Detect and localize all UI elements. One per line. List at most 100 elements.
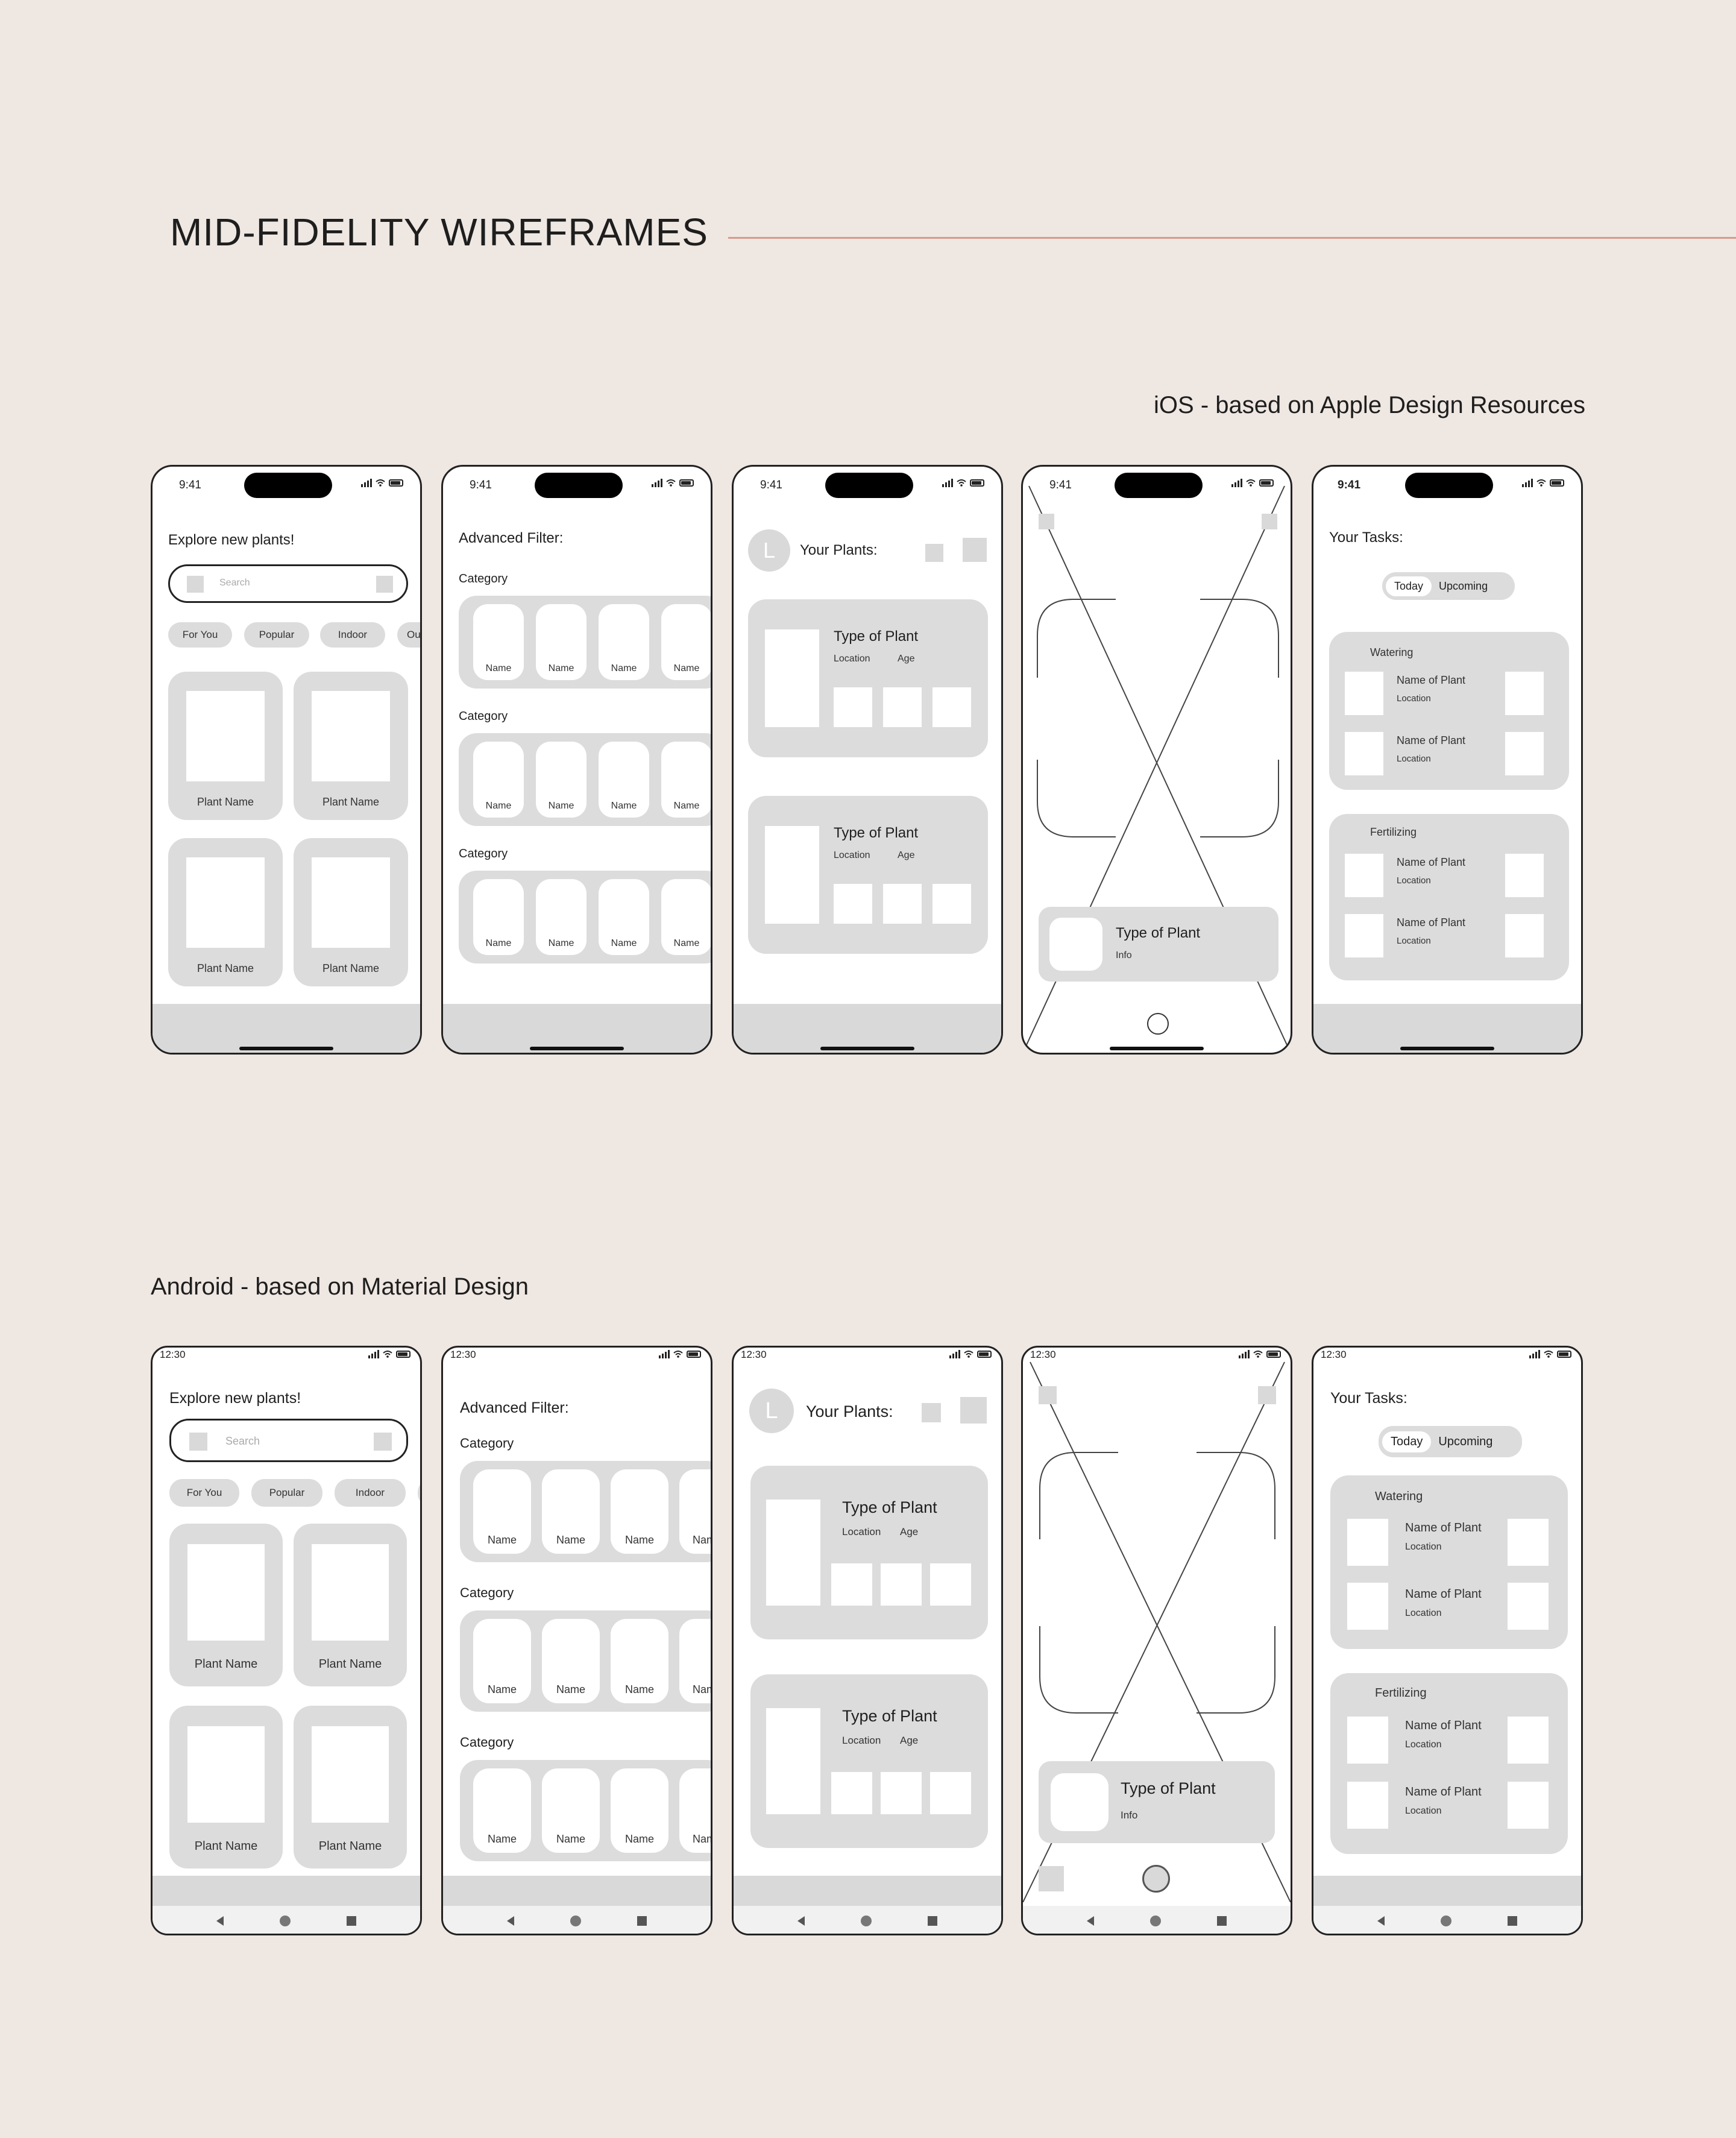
avatar[interactable]: L xyxy=(748,529,790,572)
plant-card[interactable]: Type of Plant Location Age xyxy=(748,599,988,757)
chip-popular[interactable]: Popular xyxy=(244,622,309,648)
result-card[interactable]: Type of Plant Info xyxy=(1039,1761,1275,1843)
tab-today[interactable]: Today xyxy=(1386,576,1432,596)
close-icon[interactable] xyxy=(1039,514,1054,529)
filter-item[interactable]: Name xyxy=(473,1469,531,1554)
filter-item[interactable]: Name xyxy=(542,1619,600,1703)
shutter-button[interactable] xyxy=(1147,1013,1169,1035)
tab-upcoming[interactable]: Upcoming xyxy=(1432,576,1495,596)
plant-card[interactable]: Type of Plant Location Age xyxy=(750,1466,988,1639)
gallery-icon[interactable] xyxy=(1039,1866,1064,1891)
plant-card[interactable]: Plant Name xyxy=(169,1706,283,1868)
plant-card[interactable]: Plant Name xyxy=(294,838,408,986)
filter-item[interactable]: Name xyxy=(473,879,524,955)
category-row[interactable]: Name Name Name Name xyxy=(459,596,711,689)
tab-bar[interactable] xyxy=(734,1876,1001,1906)
filter-item[interactable]: Name xyxy=(542,1768,600,1853)
recents-icon[interactable] xyxy=(1507,1916,1517,1926)
shutter-button[interactable] xyxy=(1142,1865,1170,1893)
task-checkbox[interactable] xyxy=(1508,1717,1549,1764)
add-icon[interactable] xyxy=(925,544,943,562)
plant-card[interactable]: Plant Name xyxy=(294,1706,407,1868)
filter-item[interactable]: Name xyxy=(611,1768,668,1853)
recents-icon[interactable] xyxy=(927,1916,937,1926)
category-row[interactable]: Name Name Name Nam xyxy=(460,1610,711,1712)
mic-icon[interactable] xyxy=(376,576,393,593)
task-checkbox[interactable] xyxy=(1505,732,1544,775)
chip-for-you[interactable]: For You xyxy=(168,622,232,648)
home-icon[interactable] xyxy=(1440,1916,1451,1926)
chip-outdoor[interactable]: Ou xyxy=(397,622,420,648)
recents-icon[interactable] xyxy=(1216,1916,1227,1926)
menu-icon[interactable] xyxy=(963,538,987,562)
filter-item[interactable]: Name xyxy=(536,742,587,818)
mic-icon[interactable] xyxy=(374,1433,392,1451)
tab-upcoming[interactable]: Upcoming xyxy=(1431,1431,1500,1452)
category-row[interactable]: Name Name Name Nam xyxy=(460,1461,711,1562)
menu-icon[interactable] xyxy=(960,1397,987,1424)
close-icon[interactable] xyxy=(1039,1386,1057,1404)
filter-item[interactable]: Name xyxy=(611,1469,668,1554)
recents-icon[interactable] xyxy=(637,1916,647,1926)
home-icon[interactable] xyxy=(1149,1916,1161,1926)
filter-item[interactable]: Nam xyxy=(679,1469,711,1554)
filter-item[interactable]: Name xyxy=(473,742,524,818)
plant-card[interactable]: Plant Name xyxy=(169,1524,283,1686)
plant-card[interactable]: Plant Name xyxy=(168,838,283,986)
plant-card[interactable]: Plant Name xyxy=(294,672,408,820)
filter-item[interactable]: Name xyxy=(661,604,711,680)
task-checkbox[interactable] xyxy=(1508,1519,1549,1566)
filter-item[interactable]: Name xyxy=(599,604,649,680)
task-checkbox[interactable] xyxy=(1505,672,1544,715)
task-checkbox[interactable] xyxy=(1508,1583,1549,1630)
tasks-tab-switch[interactable]: Today Upcoming xyxy=(1382,572,1515,600)
filter-item[interactable]: Name xyxy=(542,1469,600,1554)
filter-item[interactable]: Name xyxy=(661,879,711,955)
filter-item[interactable]: Nam xyxy=(679,1619,711,1703)
home-icon[interactable] xyxy=(860,1916,872,1926)
back-icon[interactable] xyxy=(797,1916,805,1926)
task-checkbox[interactable] xyxy=(1505,914,1544,957)
chip-popular[interactable]: Popular xyxy=(251,1479,322,1507)
back-icon[interactable] xyxy=(1377,1916,1385,1926)
filter-item[interactable]: Name xyxy=(536,879,587,955)
tab-today[interactable]: Today xyxy=(1382,1431,1432,1452)
plant-card[interactable]: Type of Plant Location Age xyxy=(750,1674,988,1848)
filter-item[interactable]: Name xyxy=(473,604,524,680)
chip-for-you[interactable]: For You xyxy=(169,1479,239,1507)
filter-item[interactable]: Name xyxy=(599,879,649,955)
task-checkbox[interactable] xyxy=(1508,1782,1549,1829)
tab-bar[interactable] xyxy=(443,1876,711,1906)
plant-card[interactable]: Plant Name xyxy=(294,1524,407,1686)
plant-card[interactable]: Plant Name xyxy=(168,672,283,820)
back-icon[interactable] xyxy=(1087,1916,1095,1926)
filter-item[interactable]: Nam xyxy=(679,1768,711,1853)
tasks-tab-switch[interactable]: Today Upcoming xyxy=(1379,1426,1522,1457)
home-icon[interactable] xyxy=(570,1916,581,1926)
back-icon[interactable] xyxy=(216,1916,224,1926)
flash-icon[interactable] xyxy=(1262,514,1277,529)
add-icon[interactable] xyxy=(922,1403,941,1422)
search-input[interactable]: Search xyxy=(169,1419,408,1462)
home-icon[interactable] xyxy=(279,1916,291,1926)
filter-item[interactable]: Name xyxy=(611,1619,668,1703)
filter-item[interactable]: Name xyxy=(536,604,587,680)
search-input[interactable]: Search xyxy=(168,564,408,603)
tab-bar[interactable] xyxy=(153,1876,420,1906)
result-card[interactable]: Type of Plant Info xyxy=(1039,907,1278,982)
chip-more[interactable] xyxy=(418,1479,420,1507)
back-icon[interactable] xyxy=(507,1916,515,1926)
category-row[interactable]: Name Name Name Name xyxy=(459,871,711,963)
chip-indoor[interactable]: Indoor xyxy=(335,1479,406,1507)
avatar[interactable]: L xyxy=(749,1389,794,1433)
category-row[interactable]: Name Name Name Name xyxy=(459,733,711,826)
filter-item[interactable]: Name xyxy=(473,1768,531,1853)
category-row[interactable]: Name Name Name Nam xyxy=(460,1760,711,1861)
plant-card[interactable]: Type of Plant Location Age xyxy=(748,796,988,954)
recents-icon[interactable] xyxy=(346,1916,356,1926)
filter-item[interactable]: Name xyxy=(661,742,711,818)
filter-item[interactable]: Name xyxy=(473,1619,531,1703)
task-checkbox[interactable] xyxy=(1505,854,1544,897)
chip-indoor[interactable]: Indoor xyxy=(320,622,385,648)
flash-icon[interactable] xyxy=(1258,1386,1276,1404)
